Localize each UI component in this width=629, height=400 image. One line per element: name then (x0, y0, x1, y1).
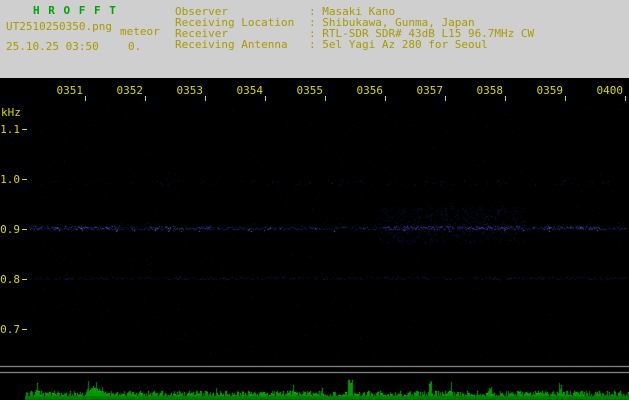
info-row-antenna: Receiving Antenna : 5el Yagi Az 280 for … (175, 39, 488, 51)
x-axis-tick (205, 96, 206, 101)
datetime: 25.10.25 03:50 (6, 40, 99, 53)
meteor-label: meteor (120, 25, 160, 38)
x-axis-label-0352: 0352 (116, 84, 144, 97)
x-axis-tick (565, 96, 566, 101)
hrofft-spectrogram-output: kHz H R O F F T UT2510250350.png meteor … (0, 0, 629, 400)
x-axis-tick (145, 96, 146, 101)
y-axis-label-0.7: 0.7 (0, 323, 20, 336)
y-axis-label-1.0: 1.0 (0, 173, 20, 186)
y-axis-unit-label: kHz (1, 106, 21, 119)
x-axis-tick (505, 96, 506, 101)
x-axis-label-0359: 0359 (536, 84, 564, 97)
x-axis-label-0354: 0354 (236, 84, 264, 97)
x-axis-label-0351: 0351 (56, 84, 84, 97)
x-axis-label-0353: 0353 (176, 84, 204, 97)
y-axis-tick (22, 279, 27, 280)
x-axis-label-0356: 0356 (356, 84, 384, 97)
x-axis-label-0357: 0357 (416, 84, 444, 97)
filename: UT2510250350.png (6, 20, 112, 33)
x-axis-tick (265, 96, 266, 101)
app-title: H R O F F T (33, 4, 117, 17)
x-axis-label-0355: 0355 (296, 84, 324, 97)
x-axis-label-0400: 0400 (596, 84, 624, 97)
info-value: : 5el Yagi Az 280 for Seoul (309, 38, 488, 51)
y-axis-tick (22, 129, 27, 130)
x-axis-tick (325, 96, 326, 101)
y-axis-tick (22, 329, 27, 330)
y-axis-label-0.9: 0.9 (0, 223, 20, 236)
x-axis-tick (445, 96, 446, 101)
y-axis-tick (22, 179, 27, 180)
y-axis-label-1.1: 1.1 (0, 123, 20, 136)
x-axis-tick (625, 96, 626, 101)
info-label: Receiving Antenna (175, 38, 288, 51)
x-axis-tick (85, 96, 86, 101)
header: H R O F F T UT2510250350.png meteor 25.1… (0, 0, 629, 78)
y-axis-label-0.8: 0.8 (0, 273, 20, 286)
x-axis-tick (385, 96, 386, 101)
x-axis-label-0358: 0358 (476, 84, 504, 97)
echo-counter: 0. (128, 40, 142, 53)
y-axis-tick (22, 229, 27, 230)
